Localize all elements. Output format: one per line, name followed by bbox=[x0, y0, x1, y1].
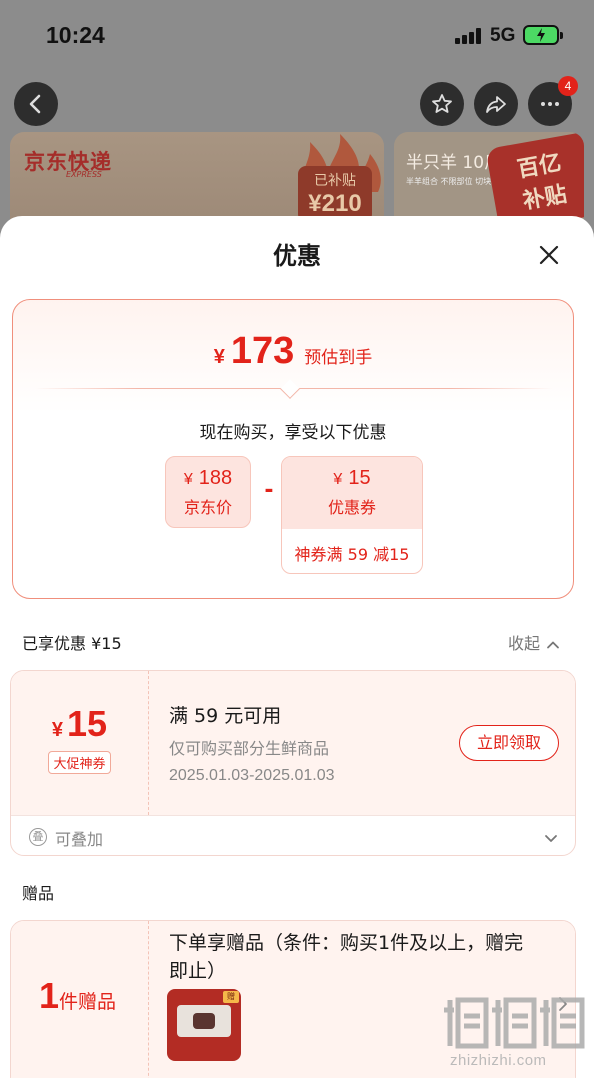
coupon-scope: 仅可购买部分生鲜商品 bbox=[169, 739, 330, 758]
back-button[interactable] bbox=[14, 82, 58, 126]
stackable-row[interactable]: 叠 可叠加 bbox=[11, 815, 575, 855]
coupon-card-amount: 15 bbox=[67, 703, 108, 744]
sheet-title: 优惠 bbox=[273, 242, 321, 270]
chevron-up-icon bbox=[547, 641, 559, 648]
subsidy-label: 已补贴 bbox=[314, 173, 356, 189]
coupon-tag: 大促神券 bbox=[48, 751, 111, 774]
jd-price-currency: ¥ bbox=[183, 471, 193, 488]
chevron-down-icon bbox=[545, 835, 557, 842]
jd-price-box: ¥188 京东价 bbox=[165, 456, 251, 528]
estimated-price-row: ¥173 预估到手 bbox=[13, 330, 573, 373]
more-icon bbox=[541, 102, 559, 106]
enjoyed-discount-title: 已享优惠 ¥15 bbox=[22, 634, 122, 653]
discount-sheet: 优惠 ¥173 预估到手 现在购买，享受以下优惠 ¥188 京东价 - ¥15 优… bbox=[0, 216, 594, 1078]
watermark-text: zhizhizhi.com bbox=[450, 1052, 547, 1069]
subsidy-badge: 已补贴 ¥210 bbox=[298, 166, 372, 222]
network-type: 5G bbox=[490, 25, 516, 46]
gift-thumbnail[interactable]: 赠 bbox=[167, 989, 241, 1061]
jd-price-value: 188 bbox=[198, 467, 233, 489]
star-icon bbox=[432, 94, 452, 113]
share-icon bbox=[486, 96, 506, 113]
watermark-logo-icon bbox=[444, 997, 585, 1049]
coupon-currency: ¥ bbox=[333, 471, 343, 488]
favorite-button[interactable] bbox=[420, 82, 464, 126]
coupon-box: ¥15 优惠券 神券满 59 减15 bbox=[281, 456, 423, 574]
estimated-price-label: 预估到手 bbox=[304, 348, 373, 368]
coupon-condition: 满 59 元可用 bbox=[169, 705, 282, 727]
price-summary-card: ¥173 预估到手 现在购买，享受以下优惠 ¥188 京东价 - ¥15 优惠券 … bbox=[12, 299, 574, 599]
coupon-validity: 2025.01.03-2025.01.03 bbox=[169, 767, 335, 784]
claim-coupon-button[interactable]: 立即领取 bbox=[459, 725, 559, 761]
status-time: 10:24 bbox=[46, 22, 105, 48]
coupon-value: 15 bbox=[348, 467, 371, 489]
coupon-amount-panel: ¥15 大促神券 bbox=[11, 671, 149, 815]
signal-icon bbox=[455, 28, 483, 44]
coupon-card-currency: ¥ bbox=[51, 719, 64, 741]
coupon-label: 优惠券 bbox=[327, 498, 376, 517]
coupon-card: ¥15 大促神券 满 59 元可用 仅可购买部分生鲜商品 2025.01.03-… bbox=[10, 670, 576, 856]
gift-count: 1 bbox=[39, 975, 60, 1016]
minus-sign: - bbox=[264, 478, 274, 503]
notification-badge: 4 bbox=[558, 76, 578, 96]
jd-price-label: 京东价 bbox=[183, 498, 232, 517]
gift-condition: 下单享赠品（条件：购买1件及以上，赠完即止） bbox=[169, 932, 524, 982]
coupon-rule: 神券满 59 减15 bbox=[294, 545, 410, 564]
gift-section-title: 赠品 bbox=[22, 884, 55, 903]
gift-product-image bbox=[177, 1005, 231, 1037]
estimated-price: 173 bbox=[230, 330, 295, 372]
more-button[interactable]: 4 bbox=[528, 76, 578, 126]
stack-icon: 叠 bbox=[29, 828, 47, 846]
currency-symbol: ¥ bbox=[213, 346, 225, 368]
battery-icon bbox=[523, 25, 563, 45]
status-bar: 10:24 5G bbox=[0, 0, 594, 70]
gift-count-unit: 件赠品 bbox=[59, 991, 117, 1013]
close-icon bbox=[539, 245, 559, 265]
express-brand-sub: EXPRESS bbox=[66, 170, 102, 179]
stackable-label: 可叠加 bbox=[55, 830, 104, 849]
gift-count-panel: 1件赠品 bbox=[11, 921, 149, 1078]
collapse-label: 收起 bbox=[508, 634, 541, 653]
close-button[interactable] bbox=[536, 242, 562, 268]
collapse-button[interactable]: 收起 bbox=[508, 630, 560, 654]
back-arrow-icon bbox=[29, 94, 41, 114]
subsidy-amount: ¥210 bbox=[308, 190, 362, 217]
divider-notch bbox=[280, 379, 300, 399]
share-button[interactable] bbox=[474, 82, 518, 126]
discount-explanation: 现在购买，享受以下优惠 bbox=[199, 423, 387, 443]
gift-badge: 赠 bbox=[223, 991, 239, 1003]
